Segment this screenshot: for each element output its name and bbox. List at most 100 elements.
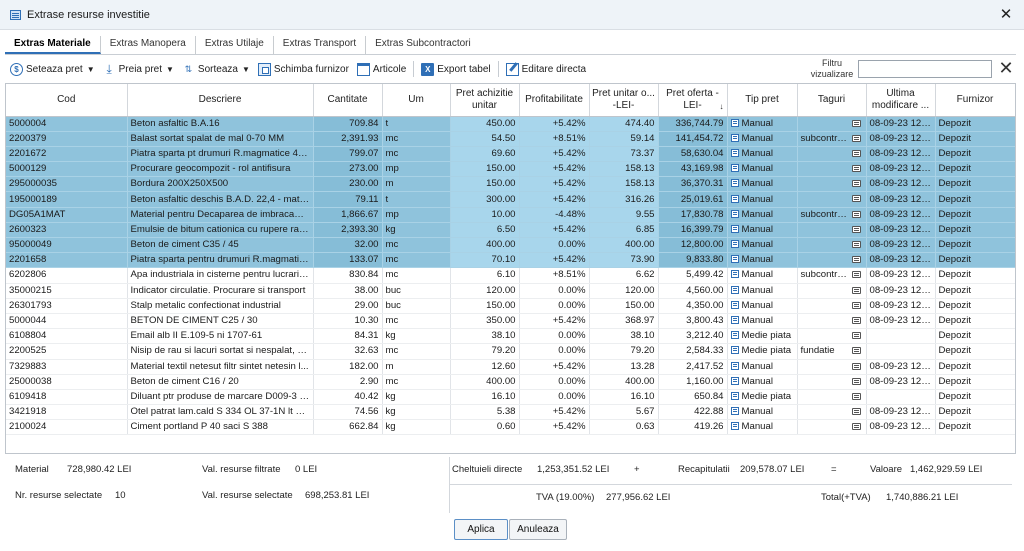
table-row[interactable]: 2201672 Piatra sparta pt drumuri R.magmat… bbox=[6, 146, 1015, 163]
cell-um[interactable]: kg bbox=[382, 404, 451, 421]
cell-furnizor[interactable]: Depozit bbox=[935, 161, 1015, 178]
cell-furnizor[interactable]: Depozit bbox=[935, 313, 1015, 330]
table-row[interactable]: 2200525 Nisip de rau si lacuri sortat si … bbox=[6, 343, 1015, 360]
aplica-button[interactable]: Aplica bbox=[454, 519, 508, 540]
cell-profitabilitate[interactable]: 0.00% bbox=[519, 343, 590, 360]
cell-pret-oferta[interactable]: 650.84 bbox=[658, 389, 728, 406]
cell-furnizor[interactable]: Depozit bbox=[935, 191, 1015, 208]
cell-pret-achizitie[interactable]: 12.60 bbox=[450, 359, 520, 375]
cell-pret-oferta[interactable]: 4,350.00 bbox=[658, 298, 728, 314]
tab-extras-manopera[interactable]: Extras Manopera bbox=[101, 36, 196, 54]
cell-furnizor[interactable]: Depozit bbox=[935, 404, 1015, 421]
cell-um[interactable]: buc bbox=[382, 283, 451, 299]
table-row[interactable]: 295000035 Bordura 200X250X500 230.00 m 150.0… bbox=[6, 176, 1015, 193]
cell-cod[interactable]: 26301793 bbox=[6, 298, 128, 314]
cell-tip-pret[interactable]: Manual bbox=[727, 161, 798, 178]
column-header-cod[interactable]: Cod bbox=[6, 84, 128, 117]
cell-pret-oferta[interactable]: 16,399.79 bbox=[658, 222, 728, 239]
cell-cantitate[interactable]: 230.00 bbox=[313, 176, 383, 193]
cell-profitabilitate[interactable]: +8.51% bbox=[519, 267, 590, 284]
cell-descriere[interactable]: Email alb II E.109-5 ni 1707-61 bbox=[127, 328, 314, 345]
filter-input[interactable] bbox=[858, 60, 992, 78]
table-row[interactable]: 5000129 Procurare geocompozit - rol antif… bbox=[6, 161, 1015, 178]
cell-profitabilitate[interactable]: +5.42% bbox=[519, 146, 590, 163]
cell-ultima-modificare[interactable]: 08-09-23 12:4... bbox=[866, 222, 936, 239]
table-row[interactable]: 25000038 Beton de ciment C16 / 20 2.90 mc 40… bbox=[6, 374, 1015, 390]
column-header-tip-pret[interactable]: Tip pret bbox=[727, 84, 798, 117]
cell-furnizor[interactable]: Depozit bbox=[935, 328, 1015, 345]
note-icon[interactable] bbox=[851, 301, 861, 309]
cell-ultima-modificare[interactable] bbox=[866, 389, 936, 406]
cell-cod[interactable]: 5000004 bbox=[6, 116, 128, 132]
cell-cantitate[interactable]: 2,391.93 bbox=[313, 131, 383, 147]
cell-profitabilitate[interactable]: +5.42% bbox=[519, 116, 590, 132]
cell-tip-pret[interactable]: Manual bbox=[727, 176, 798, 193]
cell-descriere[interactable]: Indicator circulatie. Procurare si trans… bbox=[127, 283, 314, 299]
editare-directa-button[interactable]: Editare directa bbox=[502, 59, 590, 79]
column-header-taguri[interactable]: Taguri bbox=[797, 84, 867, 117]
table-row[interactable]: 6108804 Email alb II E.109-5 ni 1707-61 84… bbox=[6, 328, 1015, 345]
cell-descriere[interactable]: Material textil netesut filtr sintet net… bbox=[127, 359, 314, 375]
cell-descriere[interactable]: Stalp metalic confectionat industrial bbox=[127, 298, 314, 314]
column-header-ultima-modificare[interactable]: Ultima modificare ... bbox=[866, 84, 936, 117]
cell-ultima-modificare[interactable]: 08-09-23 12:4... bbox=[866, 313, 936, 330]
cell-pret-achizitie[interactable]: 450.00 bbox=[450, 116, 520, 132]
cell-pret-oferta[interactable]: 419.26 bbox=[658, 419, 728, 436]
cell-tip-pret[interactable]: Medie piata bbox=[727, 389, 798, 406]
cell-taguri[interactable] bbox=[797, 176, 867, 193]
seteaza-pret-button[interactable]: $ Seteaza pret ▼ bbox=[6, 59, 99, 79]
cell-pret-achizitie[interactable]: 70.10 bbox=[450, 252, 520, 269]
cell-pret-achizitie[interactable]: 350.00 bbox=[450, 313, 520, 330]
note-icon[interactable] bbox=[851, 347, 861, 355]
cell-taguri[interactable] bbox=[797, 419, 867, 436]
cell-profitabilitate[interactable]: +5.42% bbox=[519, 359, 590, 375]
clear-filter-icon[interactable]: ✕ bbox=[996, 58, 1016, 78]
sorteaza-button[interactable]: ⇅ Sorteaza ▼ bbox=[178, 59, 254, 79]
cell-um[interactable]: m bbox=[382, 359, 451, 375]
cell-cod[interactable]: 3421918 bbox=[6, 404, 128, 421]
cell-pret-achizitie[interactable]: 150.00 bbox=[450, 298, 520, 314]
cell-ultima-modificare[interactable]: 08-09-23 12:4... bbox=[866, 283, 936, 299]
cell-um[interactable]: mc bbox=[382, 146, 451, 163]
cell-pret-unitar[interactable]: 13.28 bbox=[589, 359, 659, 375]
cell-pret-unitar[interactable]: 73.37 bbox=[589, 146, 659, 163]
cell-profitabilitate[interactable]: +5.42% bbox=[519, 252, 590, 269]
cell-tip-pret[interactable]: Manual bbox=[727, 237, 798, 254]
cell-furnizor[interactable]: Depozit bbox=[935, 419, 1015, 436]
cell-taguri[interactable] bbox=[797, 283, 867, 299]
table-row[interactable]: 5000044 BETON DE CIMENT C25 / 30 10.30 mc 35… bbox=[6, 313, 1015, 330]
cell-cantitate[interactable]: 133.07 bbox=[313, 252, 383, 269]
cell-cantitate[interactable]: 2,393.30 bbox=[313, 222, 383, 239]
cell-furnizor[interactable]: Depozit bbox=[935, 374, 1015, 390]
cell-taguri[interactable] bbox=[797, 237, 867, 254]
cell-pret-oferta[interactable]: 141,454.72 bbox=[658, 131, 728, 147]
cell-cantitate[interactable]: 799.07 bbox=[313, 146, 383, 163]
cell-furnizor[interactable]: Depozit bbox=[935, 131, 1015, 147]
cell-taguri[interactable] bbox=[797, 222, 867, 239]
cell-cod[interactable]: 6109418 bbox=[6, 389, 128, 406]
cell-taguri[interactable]: subcontrac... bbox=[797, 267, 867, 284]
note-icon[interactable] bbox=[851, 408, 861, 416]
cell-cantitate[interactable]: 273.00 bbox=[313, 161, 383, 178]
note-icon[interactable] bbox=[851, 119, 861, 127]
cell-profitabilitate[interactable]: +8.51% bbox=[519, 131, 590, 147]
note-icon[interactable] bbox=[851, 134, 861, 142]
cell-profitabilitate[interactable]: +5.42% bbox=[519, 222, 590, 239]
cell-um[interactable]: kg bbox=[382, 419, 451, 436]
cell-ultima-modificare[interactable] bbox=[866, 343, 936, 360]
cell-cantitate[interactable]: 74.56 bbox=[313, 404, 383, 421]
cell-descriere[interactable]: Piatra sparta pentru drumuri R.magmatic.… bbox=[127, 252, 314, 269]
cell-ultima-modificare[interactable]: 08-09-23 12:4... bbox=[866, 267, 936, 284]
close-icon[interactable]: ✕ bbox=[996, 5, 1016, 25]
cell-tip-pret[interactable]: Manual bbox=[727, 298, 798, 314]
cell-descriere[interactable]: Beton de ciment C35 / 45 bbox=[127, 237, 314, 254]
cell-descriere[interactable]: Bordura 200X250X500 bbox=[127, 176, 314, 193]
table-row[interactable]: 2200379 Balast sortat spalat de mal 0-70 … bbox=[6, 131, 1015, 147]
cell-cantitate[interactable]: 182.00 bbox=[313, 359, 383, 375]
table-row[interactable]: DG05A1MAT Material pentru Decaparea de im… bbox=[6, 207, 1015, 223]
cell-taguri[interactable] bbox=[797, 161, 867, 178]
cell-pret-achizitie[interactable]: 6.10 bbox=[450, 267, 520, 284]
cell-pret-achizitie[interactable]: 150.00 bbox=[450, 161, 520, 178]
articole-button[interactable]: Articole bbox=[353, 59, 410, 79]
cell-cod[interactable]: 6202806 bbox=[6, 267, 128, 284]
